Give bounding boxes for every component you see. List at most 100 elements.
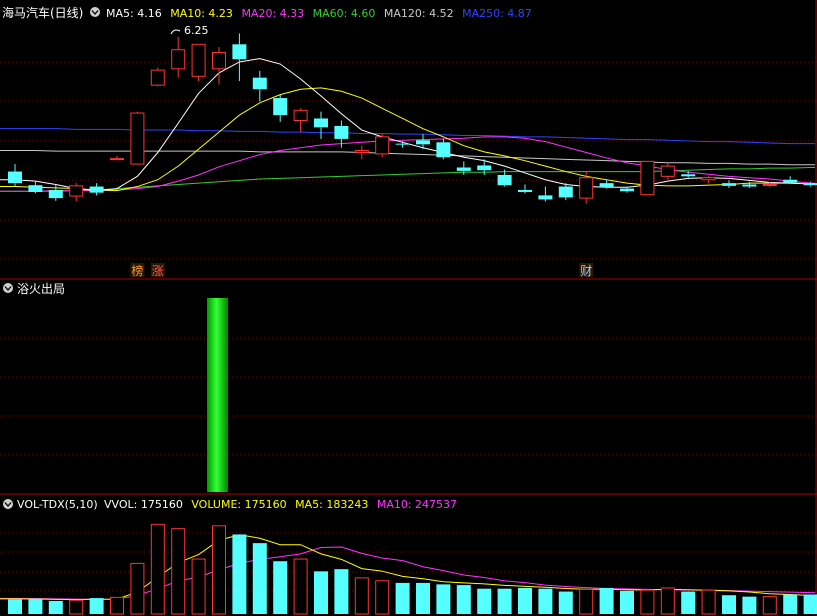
volume-panel-title: VOL-TDX(5,10) — [17, 498, 98, 511]
candle — [150, 67, 165, 87]
candle-body — [273, 98, 288, 116]
candle — [69, 183, 84, 202]
signal-bar — [207, 298, 228, 492]
candle-body — [762, 183, 777, 186]
stock-chart: 榜涨 财 6.25 海马汽车(日线) MA5: 4.16 MA10: 4.23 M… — [0, 0, 817, 616]
candle-body — [477, 165, 492, 171]
ma10-value: MA10: 4.23 — [170, 7, 233, 20]
price-legend: 海马汽车(日线) MA5: 4.16 MA10: 4.23 MA20: 4.33… — [2, 5, 532, 20]
candle — [375, 134, 390, 158]
collapse-icon[interactable] — [90, 7, 100, 17]
candle-body — [232, 44, 247, 60]
candle — [722, 180, 736, 188]
vol-ma5-value: MA5: 183243 — [295, 498, 368, 511]
volume-bar — [273, 561, 288, 614]
candle-body — [497, 174, 512, 186]
candle — [191, 43, 206, 82]
volume-bar — [762, 596, 777, 615]
candle — [28, 181, 43, 194]
candle-body — [375, 136, 390, 155]
collapse-icon[interactable] — [3, 283, 13, 293]
candle — [252, 70, 267, 102]
volume-bar — [28, 598, 43, 614]
volume-bar — [416, 582, 430, 614]
candle — [314, 111, 328, 139]
volume-bar — [191, 558, 206, 615]
candle — [660, 162, 675, 180]
volume-bar — [375, 580, 390, 615]
candle-body — [783, 179, 798, 183]
candle-body — [579, 177, 594, 199]
event-badges: 榜涨 财 — [130, 263, 594, 278]
volume-bar — [334, 569, 349, 614]
candle-body — [599, 183, 614, 188]
price-indicator-values: MA5: 4.16 MA10: 4.23 MA20: 4.33 MA60: 4.… — [106, 7, 532, 20]
candle-body — [314, 118, 328, 128]
volume-bar — [48, 600, 63, 614]
candle — [558, 183, 573, 201]
candle-body — [701, 177, 716, 181]
candle — [395, 140, 410, 148]
volume-bar — [681, 591, 696, 614]
volume-bar — [783, 594, 798, 614]
volume-bar — [8, 599, 22, 614]
candle-body — [742, 184, 757, 187]
volume-panel: VOL-TDX(5,10) VVOL: 175160 VOLUME: 17516… — [0, 498, 817, 615]
candle-body — [171, 49, 186, 70]
candle — [232, 33, 247, 82]
volume-value: VOLUME: 175160 — [191, 498, 286, 511]
candle — [8, 164, 22, 187]
volume-bar — [722, 595, 736, 614]
badge-label: 涨 — [152, 263, 164, 278]
collapse-icon[interactable] — [3, 499, 13, 509]
candle — [273, 94, 288, 122]
candle-body — [354, 149, 369, 154]
candle-body — [803, 183, 817, 186]
high-marker-arrow — [170, 29, 181, 35]
ma20-value: MA20: 4.33 — [241, 7, 304, 20]
volume-bar — [150, 523, 165, 615]
volume-bar — [579, 588, 594, 615]
vvol-value: VVOL: 175160 — [104, 498, 183, 511]
volume-bar — [436, 584, 451, 614]
vol-ma10-value: MA10: 247537 — [377, 498, 457, 511]
volume-bar — [701, 589, 716, 615]
volume-bar — [314, 571, 328, 614]
volume-bar — [640, 589, 655, 615]
candle — [171, 36, 186, 78]
volume-bar — [395, 582, 410, 614]
volume-bar — [212, 525, 226, 615]
candle-body — [28, 185, 43, 192]
grid-layer — [0, 0, 817, 616]
candle-body — [436, 142, 451, 158]
volume-bar — [456, 585, 471, 614]
volume-bar — [742, 596, 757, 614]
volume-bar — [130, 562, 145, 615]
candle — [89, 183, 104, 196]
volume-bar — [477, 588, 492, 614]
candle-body — [722, 183, 736, 186]
candle — [518, 184, 532, 194]
candle — [354, 145, 369, 160]
volume-bar — [497, 588, 512, 614]
candle — [640, 160, 655, 196]
volume-bar — [538, 588, 553, 614]
candle-body — [191, 43, 206, 77]
candle-body — [130, 112, 145, 165]
volume-bar — [354, 577, 369, 615]
candle-body — [558, 186, 573, 198]
candle-body — [518, 189, 532, 192]
candle-body — [8, 171, 22, 184]
candle-body — [640, 160, 655, 196]
candle-body — [681, 174, 696, 177]
candle — [456, 161, 471, 175]
candle-body — [416, 140, 430, 145]
volume-bar — [518, 587, 532, 614]
candle-body — [69, 185, 84, 197]
candle — [212, 47, 226, 85]
candle-body — [48, 189, 63, 199]
volume-bar — [293, 558, 308, 615]
candle-body — [293, 109, 308, 122]
candle — [110, 155, 124, 161]
candle — [436, 138, 451, 160]
